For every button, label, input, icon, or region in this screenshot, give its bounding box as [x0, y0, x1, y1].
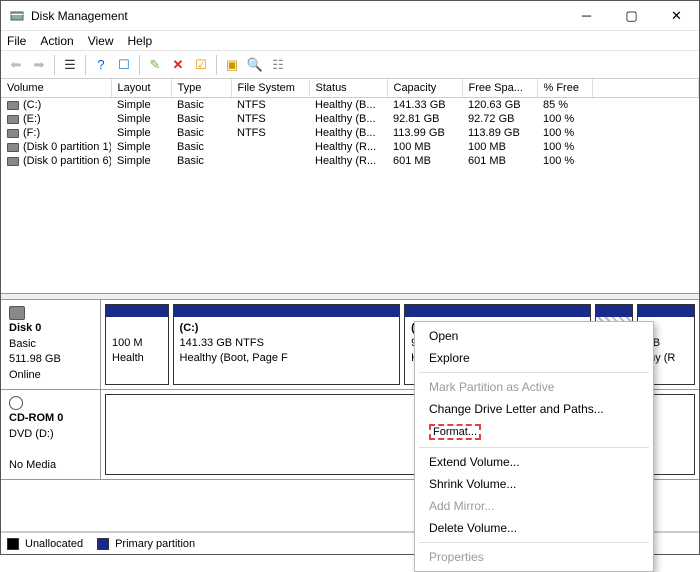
- delete-icon[interactable]: ✕: [167, 54, 189, 76]
- separator: [85, 55, 86, 75]
- legend-label-unallocated: Unallocated: [25, 538, 83, 550]
- volume-icon: [7, 101, 19, 110]
- partition-bar: [596, 305, 632, 317]
- menubar: File Action View Help: [1, 31, 699, 51]
- col-pctfree[interactable]: % Free: [537, 79, 592, 98]
- disk-header-0[interactable]: Disk 0 Basic 511.98 GB Online: [1, 300, 101, 389]
- col-volume[interactable]: Volume: [1, 79, 111, 98]
- ctx-extend[interactable]: Extend Volume...: [415, 451, 653, 473]
- ctx-mark-active: Mark Partition as Active: [415, 376, 653, 398]
- disk-name: CD-ROM 0: [9, 412, 63, 424]
- menu-help[interactable]: Help: [128, 34, 153, 48]
- table-row[interactable]: (F:)SimpleBasicNTFSHealthy (B...113.99 G…: [1, 126, 699, 140]
- ctx-add-mirror: Add Mirror...: [415, 495, 653, 517]
- ctx-delete[interactable]: Delete Volume...: [415, 517, 653, 539]
- window-title: Disk Management: [31, 9, 564, 23]
- volume-icon: [7, 157, 19, 166]
- app-icon: [9, 8, 25, 24]
- cdrom-icon: [9, 396, 23, 410]
- col-capacity[interactable]: Capacity: [387, 79, 462, 98]
- disk-status: Online: [9, 369, 41, 381]
- ctx-change-letter[interactable]: Change Drive Letter and Paths...: [415, 398, 653, 420]
- volume-icon: [7, 143, 19, 152]
- legend-label-primary: Primary partition: [115, 538, 195, 550]
- disk-type: Basic: [9, 338, 36, 350]
- separator: [54, 55, 55, 75]
- table-row[interactable]: (Disk 0 partition 1)SimpleBasicHealthy (…: [1, 140, 699, 154]
- ctx-format-label: Format...: [429, 424, 481, 440]
- back-icon[interactable]: ⬅: [5, 54, 27, 76]
- minimize-button[interactable]: ─: [564, 1, 609, 30]
- disk-management-window: Disk Management ─ ▢ ✕ File Action View H…: [0, 0, 700, 555]
- ctx-shrink[interactable]: Shrink Volume...: [415, 473, 653, 495]
- context-menu: Open Explore Mark Partition as Active Ch…: [414, 321, 654, 572]
- col-type[interactable]: Type: [171, 79, 231, 98]
- col-filesystem[interactable]: File System: [231, 79, 309, 98]
- volume-list[interactable]: Volume Layout Type File System Status Ca…: [1, 79, 699, 294]
- partition-bar: [638, 305, 694, 317]
- legend-swatch-unallocated: [7, 538, 19, 550]
- titlebar: Disk Management ─ ▢ ✕: [1, 1, 699, 31]
- toolbar: ⬅ ➡ ☰ ? ☐ ✎ ✕ ☑ ▣ 🔍 ☷: [1, 51, 699, 79]
- ctx-properties: Properties: [415, 546, 653, 568]
- show-hide-icon[interactable]: ☰: [59, 54, 81, 76]
- volume-icon: [7, 115, 19, 124]
- legend-swatch-primary: [97, 538, 109, 550]
- search-icon[interactable]: 🔍: [244, 54, 266, 76]
- table-row[interactable]: (E:)SimpleBasicNTFSHealthy (B...92.81 GB…: [1, 112, 699, 126]
- close-button[interactable]: ✕: [654, 1, 699, 30]
- ctx-explore[interactable]: Explore: [415, 347, 653, 369]
- help-icon[interactable]: ?: [90, 54, 112, 76]
- scan-icon[interactable]: ✎: [144, 54, 166, 76]
- partition-bar: [106, 305, 168, 317]
- disk-header-1[interactable]: CD-ROM 0 DVD (D:) No Media: [1, 390, 101, 479]
- separator: [216, 55, 217, 75]
- maximize-button[interactable]: ▢: [609, 1, 654, 30]
- menu-file[interactable]: File: [7, 34, 26, 48]
- disk-size: 511.98 GB: [9, 353, 61, 365]
- ctx-separator: [419, 542, 649, 543]
- separator: [139, 55, 140, 75]
- properties-icon[interactable]: ☷: [267, 54, 289, 76]
- disk-name: Disk 0: [9, 322, 41, 334]
- menu-action[interactable]: Action: [40, 34, 73, 48]
- wizard-icon[interactable]: ▣: [221, 54, 243, 76]
- table-row[interactable]: (Disk 0 partition 6)SimpleBasicHealthy (…: [1, 154, 699, 168]
- menu-view[interactable]: View: [88, 34, 114, 48]
- disk-status: No Media: [9, 459, 56, 471]
- ctx-format[interactable]: Format...: [415, 420, 653, 444]
- partition[interactable]: (C:)141.33 GB NTFSHealthy (Boot, Page F: [173, 304, 401, 385]
- col-layout[interactable]: Layout: [111, 79, 171, 98]
- partition-bar: [174, 305, 400, 317]
- refresh-icon[interactable]: ☐: [113, 54, 135, 76]
- partition[interactable]: 100 MHealth: [105, 304, 169, 385]
- forward-icon[interactable]: ➡: [28, 54, 50, 76]
- ctx-separator: [419, 447, 649, 448]
- ctx-separator: [419, 372, 649, 373]
- volume-icon: [7, 129, 19, 138]
- table-row[interactable]: (C:)SimpleBasicNTFSHealthy (B...141.33 G…: [1, 98, 699, 113]
- col-free[interactable]: Free Spa...: [462, 79, 537, 98]
- disk-type: DVD (D:): [9, 428, 54, 440]
- partition-bar: [405, 305, 590, 317]
- disk-icon: [9, 306, 25, 320]
- ctx-open[interactable]: Open: [415, 325, 653, 347]
- col-status[interactable]: Status: [309, 79, 387, 98]
- check-icon[interactable]: ☑: [190, 54, 212, 76]
